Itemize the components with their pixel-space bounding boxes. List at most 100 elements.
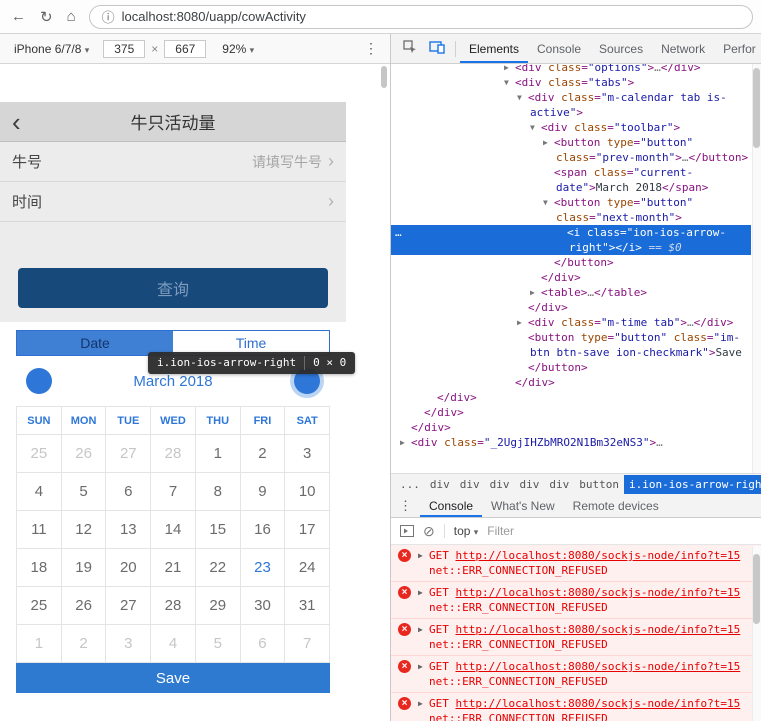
request-url[interactable]: http://localhost:8080/sockjs-node/info?t… bbox=[456, 660, 741, 673]
tree-node[interactable]: </div> bbox=[391, 405, 751, 420]
tree-node[interactable]: ▼ <button type="button" class="next-month… bbox=[391, 195, 751, 225]
calendar-day[interactable]: 24 bbox=[285, 549, 331, 587]
inspect-element-icon[interactable] bbox=[397, 38, 423, 59]
elements-scrollbar-thumb[interactable] bbox=[753, 68, 760, 148]
calendar-day[interactable]: 29 bbox=[195, 587, 241, 625]
calendar-day[interactable]: 20 bbox=[106, 549, 152, 587]
expand-arrow-icon[interactable]: ▶ bbox=[530, 285, 541, 300]
calendar-day[interactable]: 14 bbox=[151, 511, 196, 549]
form-row[interactable]: 时间 › bbox=[0, 182, 346, 222]
calendar-day[interactable]: 3 bbox=[285, 435, 331, 473]
reload-button[interactable]: ↻ bbox=[33, 8, 60, 26]
console-filter-input[interactable] bbox=[487, 524, 618, 538]
calendar-day[interactable]: 27 bbox=[106, 587, 152, 625]
calendar-day[interactable]: 5 bbox=[195, 625, 241, 663]
console-error-message[interactable]: × ▶ GET http://localhost:8080/sockjs-node/… bbox=[391, 693, 761, 721]
clear-console-icon[interactable]: ⊘ bbox=[423, 523, 435, 540]
calendar-day[interactable]: 12 bbox=[61, 511, 107, 549]
app-back-button[interactable]: ‹ bbox=[12, 104, 21, 140]
expand-arrow-icon[interactable]: ▶ bbox=[418, 585, 429, 600]
tree-node[interactable]: </div> bbox=[391, 420, 751, 435]
breadcrumb-item[interactable]: button bbox=[574, 475, 624, 494]
console-scrollbar-thumb[interactable] bbox=[753, 554, 760, 624]
calendar-day[interactable]: 16 bbox=[240, 511, 286, 549]
calendar-day[interactable]: 6 bbox=[106, 473, 152, 511]
tree-node[interactable]: </div> bbox=[391, 270, 751, 285]
calendar-day[interactable]: 31 bbox=[285, 587, 331, 625]
tree-node[interactable]: </div> bbox=[391, 300, 751, 315]
tree-node[interactable]: <button type="button" class="im-btn btn-… bbox=[391, 330, 751, 360]
calendar-day[interactable]: 11 bbox=[17, 511, 62, 549]
calendar-day[interactable]: 4 bbox=[151, 625, 196, 663]
device-toolbar-menu-icon[interactable]: ⋮ bbox=[358, 40, 384, 57]
device-toolbar-toggle-icon[interactable] bbox=[423, 39, 451, 59]
tree-node[interactable]: ▼ <div class="toolbar"> bbox=[391, 120, 751, 135]
expand-arrow-icon[interactable]: ▼ bbox=[543, 195, 554, 210]
calendar-day[interactable]: 21 bbox=[151, 549, 196, 587]
request-url[interactable]: http://localhost:8080/sockjs-node/info?t… bbox=[456, 623, 741, 636]
expand-arrow-icon[interactable]: ▶ bbox=[418, 548, 429, 563]
tree-node[interactable]: </button> bbox=[391, 255, 751, 270]
calendar-day[interactable]: 23 bbox=[240, 549, 286, 587]
request-url[interactable]: http://localhost:8080/sockjs-node/info?t… bbox=[456, 697, 741, 710]
console-tab-what-s-new[interactable]: What's New bbox=[482, 494, 564, 517]
calendar-day[interactable]: 13 bbox=[106, 511, 152, 549]
calendar-day[interactable]: 22 bbox=[195, 549, 241, 587]
console-sidebar-icon[interactable] bbox=[400, 525, 414, 537]
tree-node[interactable]: ▼ <div class="m-calendar tab is-active"> bbox=[391, 90, 751, 120]
calendar-day[interactable]: 19 bbox=[61, 549, 107, 587]
tree-node[interactable]: </button> bbox=[391, 360, 751, 375]
tree-node[interactable]: </div> bbox=[391, 390, 751, 405]
calendar-day[interactable]: 27 bbox=[106, 435, 152, 473]
breadcrumb-item[interactable]: div bbox=[485, 475, 515, 494]
console-tab-console[interactable]: Console bbox=[420, 494, 482, 517]
calendar-day[interactable]: 7 bbox=[285, 625, 331, 663]
calendar-day[interactable]: 15 bbox=[195, 511, 241, 549]
console-error-message[interactable]: × ▶ GET http://localhost:8080/sockjs-node/… bbox=[391, 619, 761, 656]
calendar-day[interactable]: 25 bbox=[17, 435, 62, 473]
expand-arrow-icon[interactable]: ▶ bbox=[543, 135, 554, 150]
calendar-day[interactable]: 2 bbox=[61, 625, 107, 663]
calendar-day[interactable]: 8 bbox=[195, 473, 241, 511]
form-row[interactable]: 牛号 请填写牛号 › bbox=[0, 142, 346, 182]
breadcrumb-item[interactable]: div bbox=[425, 475, 455, 494]
tree-node[interactable]: <span class="current-date">March 2018</s… bbox=[391, 165, 751, 195]
tree-node[interactable]: ▶ <button type="button" class="prev-month… bbox=[391, 135, 751, 165]
console-error-message[interactable]: × ▶ GET http://localhost:8080/sockjs-node/… bbox=[391, 545, 761, 582]
expand-arrow-icon[interactable]: ▶ bbox=[504, 64, 515, 75]
expand-arrow-icon[interactable]: ▶ bbox=[418, 659, 429, 674]
tree-node[interactable]: ▶ <div class="options">…</div> bbox=[391, 64, 751, 75]
breadcrumb-item[interactable]: div bbox=[455, 475, 485, 494]
breadcrumb-item[interactable]: ... bbox=[395, 475, 425, 494]
calendar-day[interactable]: 7 bbox=[151, 473, 196, 511]
context-selector[interactable]: top ▾ bbox=[454, 524, 479, 538]
calendar-day[interactable]: 6 bbox=[240, 625, 286, 663]
console-menu-icon[interactable]: ⋮ bbox=[391, 498, 420, 514]
calendar-day[interactable]: 17 bbox=[285, 511, 331, 549]
breadcrumb-item[interactable]: i.ion-ios-arrow-right bbox=[624, 474, 761, 494]
tab-network[interactable]: Network bbox=[652, 34, 714, 63]
tree-node[interactable]: <i class="ion-ios-arrow-right"></i> == $… bbox=[391, 225, 751, 255]
zoom-selector[interactable]: 92% ▾ bbox=[222, 42, 254, 56]
calendar-day[interactable]: 5 bbox=[61, 473, 107, 511]
calendar-day[interactable]: 4 bbox=[17, 473, 62, 511]
calendar-day[interactable]: 3 bbox=[106, 625, 152, 663]
calendar-day[interactable]: 1 bbox=[17, 625, 62, 663]
breadcrumb-item[interactable]: div bbox=[544, 475, 574, 494]
home-button[interactable]: ⌂ bbox=[60, 8, 83, 25]
save-button[interactable]: Save bbox=[16, 663, 330, 693]
expand-arrow-icon[interactable]: ▼ bbox=[504, 75, 515, 90]
expand-arrow-icon[interactable]: ▶ bbox=[400, 435, 411, 450]
console-error-message[interactable]: × ▶ GET http://localhost:8080/sockjs-node/… bbox=[391, 582, 761, 619]
console-tab-remote-devices[interactable]: Remote devices bbox=[564, 494, 668, 517]
tab-console[interactable]: Console bbox=[528, 34, 590, 63]
tab-elements[interactable]: Elements bbox=[460, 34, 528, 63]
tree-node[interactable]: ▼ <div class="tabs"> bbox=[391, 75, 751, 90]
calendar-day[interactable]: 25 bbox=[17, 587, 62, 625]
expand-arrow-icon[interactable]: ▶ bbox=[418, 622, 429, 637]
tab-sources[interactable]: Sources bbox=[590, 34, 652, 63]
calendar-day[interactable]: 28 bbox=[151, 587, 196, 625]
request-url[interactable]: http://localhost:8080/sockjs-node/info?t… bbox=[456, 549, 741, 562]
query-button[interactable]: 查询 bbox=[18, 268, 328, 308]
calendar-day[interactable]: 2 bbox=[240, 435, 286, 473]
